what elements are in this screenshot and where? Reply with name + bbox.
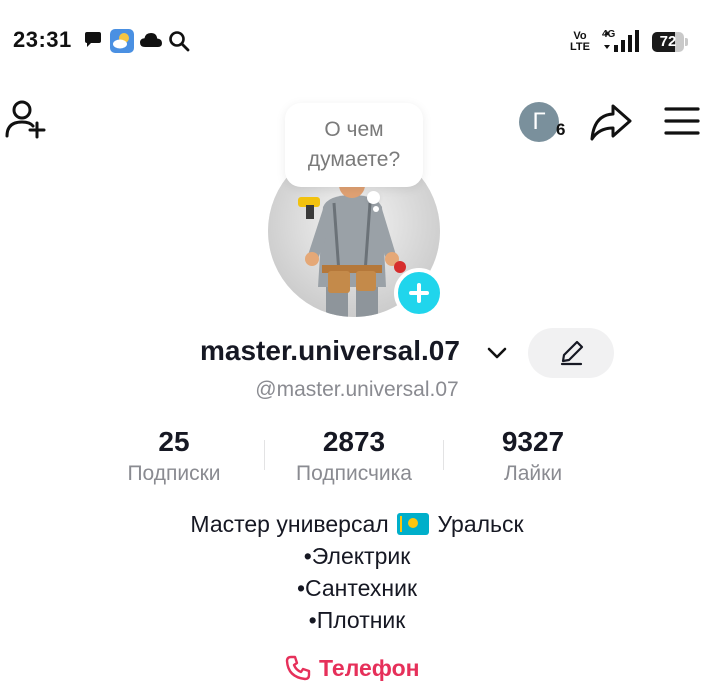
stat-following[interactable]: 25 Подписки [84, 424, 264, 488]
add-story-button[interactable] [394, 268, 444, 318]
add-friend-button[interactable] [4, 98, 48, 142]
username-title[interactable]: master.universal.07 [200, 335, 460, 367]
status-bar: 23:31 Vo LTE 4G 72 [0, 0, 714, 90]
bio-title: Мастер универсал [190, 511, 389, 537]
likes-count: 9327 [501, 426, 565, 457]
phone-icon [285, 655, 311, 681]
phone-label: Телефон [319, 655, 420, 681]
battery-nub [685, 38, 688, 46]
profile-handle: @master.universal.07 [255, 378, 459, 401]
search-icon [168, 30, 190, 57]
notifications-avatar[interactable]: Г [519, 102, 559, 142]
data-arrows-icon [603, 30, 611, 55]
chevron-down-icon [487, 347, 507, 359]
stat-likes[interactable]: 9327 Лайки [443, 424, 623, 488]
following-label: Подписки [127, 462, 221, 485]
followers-count: 2873 [322, 426, 386, 457]
status-time: 23:31 [13, 27, 72, 52]
profile-bio: Мастер универсал Уральск •Электрик •Сант… [0, 508, 714, 636]
kazakhstan-flag-icon [397, 513, 430, 535]
bio-line: •Электрик [303, 543, 411, 569]
add-user-icon [5, 100, 46, 139]
weather-icon [110, 29, 134, 58]
bio-line: •Плотник [308, 607, 406, 633]
menu-button[interactable] [660, 100, 704, 144]
stat-followers[interactable]: 2873 Подписчика [264, 424, 444, 488]
share-arrow-icon [590, 104, 632, 141]
chat-bubble-icon [83, 30, 103, 55]
likes-label: Лайки [503, 462, 563, 485]
cloud-icon [140, 31, 162, 54]
battery-level: 72 [659, 33, 677, 50]
following-count: 25 [158, 426, 190, 457]
account-switch-button[interactable] [486, 342, 508, 364]
share-profile-button[interactable] [589, 100, 633, 144]
notification-count-badge: 6 [556, 120, 566, 139]
bio-city: Уральск [437, 511, 524, 537]
signal-icon [614, 30, 642, 57]
thought-bubble-tail-small [373, 206, 379, 212]
pencil-icon [560, 340, 584, 366]
volte-indicator: Vo LTE [570, 30, 590, 53]
battery-indicator: 72 [652, 32, 684, 52]
hamburger-menu-icon [664, 107, 700, 135]
followers-label: Подписчика [296, 462, 412, 485]
bio-line: •Сантехник [296, 575, 418, 601]
edit-profile-button[interactable] [528, 328, 614, 378]
thought-bubble-text: О чем думаете? [307, 118, 401, 171]
bio-line: Мастер универсал Уральск [0, 508, 714, 540]
thought-bubble-tail [367, 191, 380, 204]
thought-bubble[interactable]: О чем думаете? [285, 103, 423, 187]
